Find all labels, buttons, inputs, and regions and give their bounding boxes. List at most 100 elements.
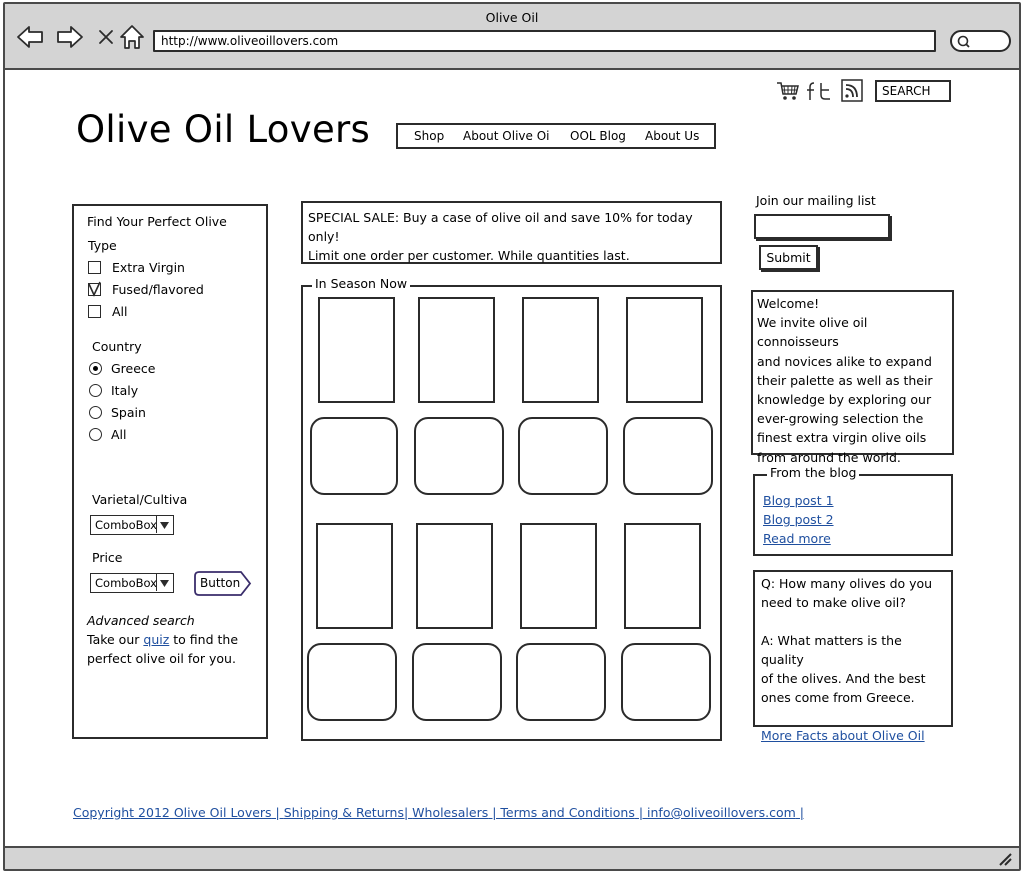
price-combobox[interactable]: ComboBox — [90, 573, 174, 593]
checkbox-all-types[interactable] — [88, 305, 101, 318]
welcome-line: We invite olive oil connoisseurs — [757, 315, 868, 350]
sale-line-2: Limit one order per customer. While quan… — [308, 248, 630, 263]
rss-icon[interactable] — [841, 79, 863, 103]
radio-all-countries[interactable] — [89, 428, 102, 441]
filter-panel-title: Find Your Perfect Olive — [87, 214, 227, 229]
nav-item-about-us[interactable]: About Us — [645, 129, 699, 143]
mailing-list-email-input[interactable] — [754, 214, 890, 239]
cart-icon[interactable] — [776, 80, 800, 102]
product-card-placeholder[interactable] — [623, 417, 713, 495]
footer-wholesalers-link[interactable]: Wholesalers — [412, 805, 488, 820]
facebook-icon[interactable] — [804, 80, 818, 102]
product-card-placeholder[interactable] — [310, 417, 398, 495]
product-image-placeholder[interactable] — [624, 523, 701, 629]
advanced-prefix: Take our — [87, 632, 140, 647]
header-search-button[interactable]: SEARCH — [875, 80, 951, 102]
footer-terms-link[interactable]: Terms and Conditions — [500, 805, 634, 820]
radio-greece-label: Greece — [111, 361, 156, 376]
footer-shipping-link[interactable]: Shipping & Returns — [284, 805, 404, 820]
radio-italy-label: Italy — [111, 383, 139, 398]
blog-post-1-link[interactable]: Blog post 1 — [763, 493, 834, 508]
twitter-icon[interactable] — [817, 80, 833, 102]
welcome-line: their palette as well as their — [757, 372, 933, 388]
quiz-link[interactable]: quiz — [143, 632, 169, 647]
radio-spain-label: Spain — [111, 405, 146, 420]
radio-italy[interactable] — [89, 384, 102, 397]
price-label: Price — [92, 550, 123, 565]
checkbox-all-types-label: All — [112, 304, 128, 319]
blog-post-2-link[interactable]: Blog post 2 — [763, 512, 834, 527]
special-sale-banner: SPECIAL SALE: Buy a case of olive oil an… — [301, 201, 722, 264]
checkbox-extra-virgin-label: Extra Virgin — [112, 260, 185, 275]
more-facts-link[interactable]: More Facts about Olive Oil — [761, 728, 925, 743]
radio-spain[interactable] — [89, 406, 102, 419]
product-card-placeholder[interactable] — [307, 643, 397, 721]
back-arrow-icon[interactable] — [15, 22, 45, 52]
price-combobox-value: ComboBox — [95, 576, 157, 590]
top-nav-menu: Shop About Olive Oi OOL Blog About Us — [396, 123, 716, 149]
footer-copyright-link[interactable]: Copyright 2012 Olive Oil Lovers — [73, 805, 272, 820]
site-title: Olive Oil Lovers — [76, 108, 371, 151]
browser-statusbar — [5, 846, 1019, 869]
mailing-submit-button[interactable]: Submit — [759, 245, 818, 270]
faq-question-line: need to make olive oil? — [761, 595, 906, 610]
nav-item-shop[interactable]: Shop — [414, 129, 444, 143]
blog-read-more-link[interactable]: Read more — [763, 531, 831, 546]
chevron-down-icon — [156, 516, 173, 533]
footer-links: Copyright 2012 Olive Oil Lovers | Shippi… — [73, 805, 804, 820]
faq-answer-line: ones come from Greece. — [761, 690, 915, 705]
product-image-placeholder[interactable] — [416, 523, 493, 629]
search-icon — [957, 35, 970, 48]
varietal-combobox-value: ComboBox — [95, 518, 157, 532]
faq-answer-line: A: What matters is the quality — [761, 633, 902, 667]
filter-button[interactable]: Button — [200, 576, 240, 590]
welcome-line: from around the world. — [757, 449, 901, 465]
checkbox-extra-virgin[interactable] — [88, 261, 101, 274]
address-bar[interactable]: http://www.oliveoillovers.com — [153, 30, 936, 52]
faq-answer-line: of the olives. And the best — [761, 671, 926, 686]
varietal-combobox[interactable]: ComboBox — [90, 515, 174, 535]
home-icon[interactable] — [118, 22, 148, 52]
mailing-list-label: Join our mailing list — [756, 193, 876, 208]
advanced-search-line2: perfect olive oil for you. — [87, 651, 236, 666]
window-title: Olive Oil — [485, 10, 539, 25]
product-card-placeholder[interactable] — [414, 417, 504, 495]
welcome-line: knowledge by exploring our — [757, 392, 932, 408]
forward-arrow-icon[interactable] — [55, 22, 85, 52]
advanced-search-title: Advanced search — [87, 613, 195, 628]
product-image-placeholder[interactable] — [318, 297, 395, 403]
advanced-suffix: to find the — [173, 632, 239, 647]
product-image-placeholder[interactable] — [418, 297, 495, 403]
checkbox-fused-flavored[interactable] — [88, 281, 101, 297]
welcome-line: Welcome! — [757, 296, 820, 311]
radio-greece[interactable] — [89, 362, 102, 375]
type-label: Type — [88, 238, 117, 253]
product-card-placeholder[interactable] — [412, 643, 502, 721]
resize-grip-icon[interactable] — [997, 851, 1013, 866]
varietal-label: Varietal/Cultiva — [92, 492, 188, 507]
product-image-placeholder[interactable] — [626, 297, 703, 403]
nav-item-ool-blog[interactable]: OOL Blog — [570, 129, 626, 143]
product-image-placeholder[interactable] — [522, 297, 599, 403]
welcome-line: and novices alike to expand — [757, 353, 932, 369]
browser-search-field[interactable] — [950, 30, 1011, 52]
footer-email-link[interactable]: info@oliveoillovers.com — [647, 805, 796, 820]
blog-legend: From the blog — [767, 465, 860, 480]
nav-item-about-olive-oil[interactable]: About Olive Oi — [463, 129, 549, 143]
faq-question-line: Q: How many olives do you — [761, 576, 933, 591]
advanced-search-text: Take our quiz to find the — [87, 632, 238, 647]
in-season-legend: In Season Now — [312, 276, 411, 291]
product-image-placeholder[interactable] — [316, 523, 393, 629]
faq-panel: Q: How many olives do you need to make o… — [753, 570, 953, 743]
checkbox-fused-flavored-label: Fused/flavored — [112, 282, 204, 297]
product-image-placeholder[interactable] — [520, 523, 597, 629]
product-card-placeholder[interactable] — [518, 417, 608, 495]
chevron-down-icon — [156, 574, 173, 591]
radio-all-countries-label: All — [111, 427, 127, 442]
checkmark-icon — [88, 281, 101, 297]
sale-line-1: SPECIAL SALE: Buy a case of olive oil an… — [308, 210, 693, 244]
product-card-placeholder[interactable] — [621, 643, 711, 721]
product-card-placeholder[interactable] — [516, 643, 606, 721]
country-label: Country — [92, 339, 142, 354]
welcome-line: finest extra virgin olive oils — [757, 430, 927, 446]
